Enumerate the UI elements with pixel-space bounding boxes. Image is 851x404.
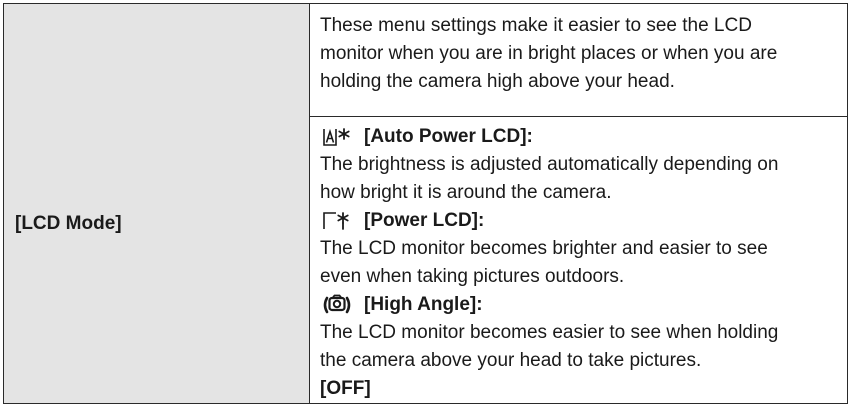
setting-options-cell: [Auto Power LCD]: The brightness is adju…	[309, 116, 848, 404]
option-description-line: even when taking pictures outdoors.	[320, 266, 625, 287]
power-lcd-icon	[322, 210, 356, 232]
option-title: [Auto Power LCD]:	[364, 126, 533, 147]
description-line: monitor when you are in bright places or…	[320, 43, 778, 64]
high-angle-icon	[322, 294, 356, 316]
table-row: [LCD Mode] These menu settings make it e…	[3, 3, 848, 404]
option-off: [OFF]	[320, 378, 371, 399]
option-high-angle: [High Angle]:	[320, 291, 837, 319]
option-description-line: how bright it is around the camera.	[320, 182, 612, 203]
option-auto-power-lcd: [Auto Power LCD]:	[320, 123, 837, 151]
option-description-line: The LCD monitor becomes brighter and eas…	[320, 238, 768, 259]
setting-label-cell: [LCD Mode]	[3, 3, 310, 404]
auto-power-lcd-icon	[322, 126, 356, 148]
description-line: holding the camera high above your head.	[320, 71, 675, 92]
option-description-line: The brightness is adjusted automatically…	[320, 154, 779, 175]
option-description-line: the camera above your head to take pictu…	[320, 350, 702, 371]
option-description-line: The LCD monitor becomes easier to see wh…	[320, 322, 779, 343]
settings-table: [LCD Mode] These menu settings make it e…	[3, 3, 848, 404]
option-title: [Power LCD]:	[364, 210, 485, 231]
setting-description-cell: These menu settings make it easier to se…	[309, 3, 848, 117]
setting-name: [LCD Mode]	[15, 212, 122, 234]
option-title: [High Angle]:	[364, 294, 483, 315]
description-line: These menu settings make it easier to se…	[320, 15, 752, 36]
option-power-lcd: [Power LCD]:	[320, 207, 837, 235]
